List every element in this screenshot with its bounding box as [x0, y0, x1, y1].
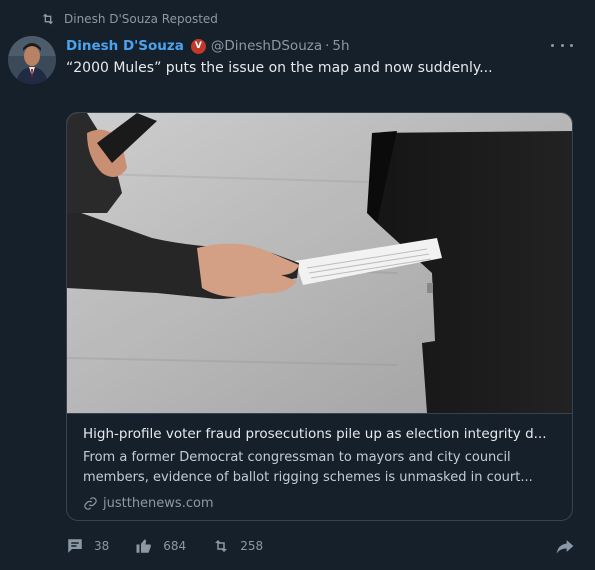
tweet-header: Dinesh D'Souza V @DineshDSouza · 5h	[66, 36, 585, 56]
card-image	[67, 113, 572, 413]
reply-icon	[68, 539, 82, 553]
repost-count: 258	[240, 539, 264, 553]
share-icon	[556, 540, 574, 554]
card-title[interactable]: High-profile voter fraud prosecutions pi…	[83, 424, 556, 444]
repost-indicator[interactable]: Dinesh D'Souza Reposted	[40, 10, 218, 28]
reply-button[interactable]: 38	[66, 537, 109, 555]
card-domain[interactable]: justthenews.com	[83, 496, 556, 511]
repost-button[interactable]: 258	[212, 537, 263, 555]
separator-dot: ·	[325, 38, 330, 54]
tweet-text: “2000 Mules” puts the issue on the map a…	[66, 60, 493, 76]
link-card[interactable]: High-profile voter fraud prosecutions pi…	[66, 112, 573, 521]
author-handle[interactable]: @DineshDSouza	[211, 38, 322, 54]
author-name[interactable]: Dinesh D'Souza	[66, 38, 184, 54]
like-button[interactable]: 684	[135, 537, 186, 555]
repost-label: Dinesh D'Souza Reposted	[64, 12, 218, 26]
repost-icon	[42, 13, 54, 25]
card-description: From a former Democrat congressman to ma…	[83, 450, 533, 485]
link-icon	[84, 497, 97, 510]
repost-icon	[215, 540, 228, 552]
more-icon[interactable]	[551, 38, 573, 52]
tweet-time[interactable]: 5h	[332, 38, 349, 54]
reply-count: 38	[94, 539, 110, 553]
card-domain-label: justthenews.com	[103, 496, 214, 511]
action-bar: 38 684 258	[66, 534, 575, 558]
like-icon	[136, 539, 152, 553]
share-button[interactable]	[555, 536, 575, 559]
avatar[interactable]	[8, 36, 56, 84]
card-body: High-profile voter fraud prosecutions pi…	[67, 413, 572, 520]
verified-badge-icon: V	[190, 38, 206, 54]
avatar-image	[8, 36, 56, 84]
like-count: 684	[163, 539, 187, 553]
